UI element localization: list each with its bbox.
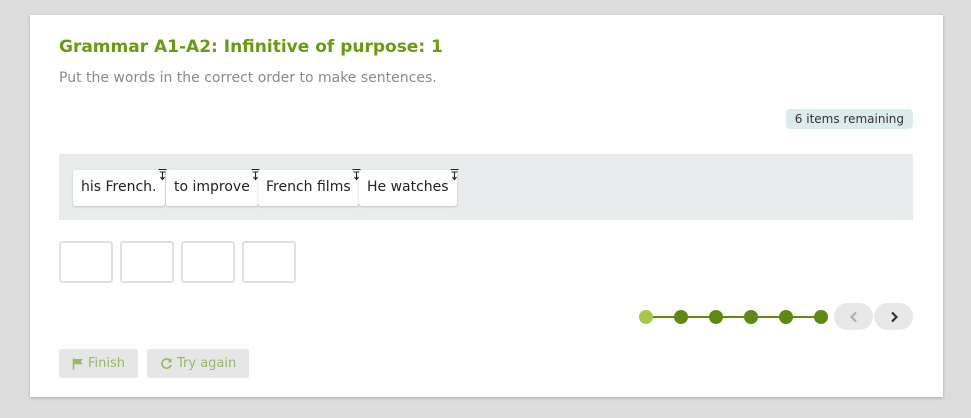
progress-line — [646, 316, 820, 318]
refresh-icon — [161, 358, 172, 369]
item-progress — [636, 307, 830, 327]
finish-button[interactable]: Finish — [59, 349, 139, 378]
previous-item-button[interactable] — [834, 303, 873, 330]
progress-dot[interactable] — [709, 310, 723, 324]
word-chip-label: He watches — [367, 179, 449, 195]
answer-slot[interactable] — [242, 241, 296, 283]
finish-button-label: Finish — [88, 356, 126, 371]
exercise-title: Grammar A1-A2: Infinitive of purpose: 1 — [59, 37, 443, 57]
word-chip[interactable]: to improve — [166, 168, 260, 206]
exercise-card: Grammar A1-A2: Infinitive of purpose: 1 … — [30, 15, 943, 397]
word-chip-label: to improve — [174, 179, 250, 195]
answer-slot[interactable] — [59, 241, 113, 283]
drag-handle-icon — [450, 168, 459, 181]
exercise-instruction: Put the words in the correct order to ma… — [59, 70, 437, 86]
try-again-button-label: Try again — [177, 356, 237, 371]
try-again-button[interactable]: Try again — [147, 349, 250, 378]
progress-dot[interactable] — [814, 310, 828, 324]
word-chip[interactable]: his French. — [73, 168, 166, 206]
next-item-button[interactable] — [874, 303, 913, 330]
chevron-right-icon — [890, 311, 898, 322]
word-pool: his French. to improve French films He w… — [59, 154, 913, 220]
flag-icon — [72, 358, 83, 369]
word-chip[interactable]: French films — [258, 168, 361, 206]
word-chip[interactable]: He watches — [359, 168, 459, 206]
progress-dot[interactable] — [744, 310, 758, 324]
chevron-left-icon — [849, 311, 857, 322]
progress-dot-current[interactable] — [639, 310, 653, 324]
answer-slot[interactable] — [120, 241, 174, 283]
answer-slot[interactable] — [181, 241, 235, 283]
word-chip-label: his French. — [81, 179, 157, 195]
progress-dot[interactable] — [779, 310, 793, 324]
word-chip-label: French films — [266, 179, 351, 195]
progress-dot[interactable] — [674, 310, 688, 324]
items-remaining-badge: 6 items remaining — [785, 109, 913, 129]
